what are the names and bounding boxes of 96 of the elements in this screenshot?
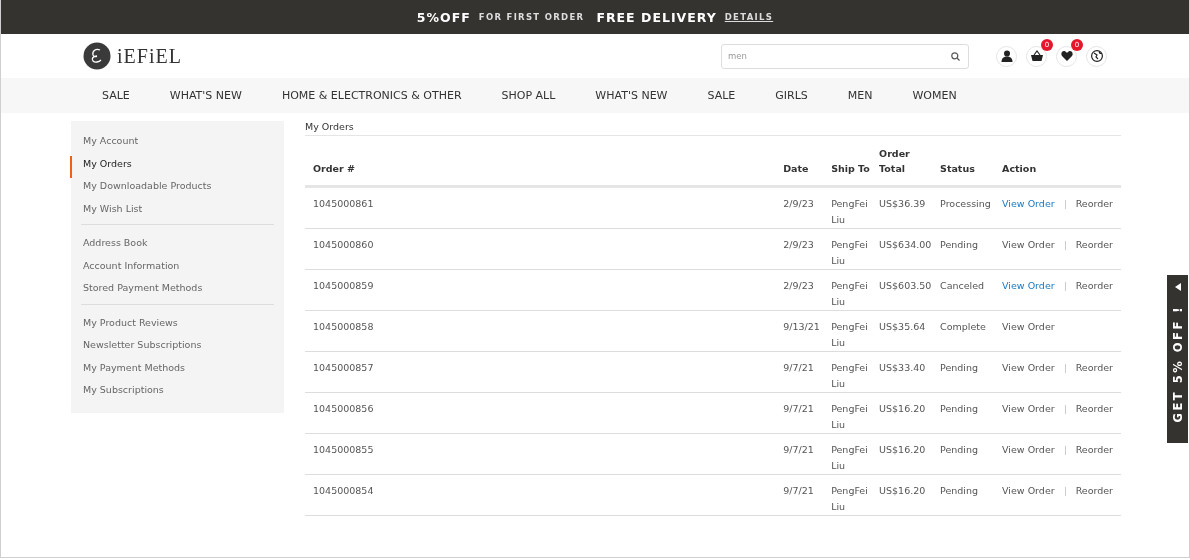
table-cell: 2/9/23 [783, 280, 814, 291]
basket-icon [1030, 50, 1043, 62]
nav-link[interactable]: SALE [707, 89, 736, 102]
table-cell: Pending [940, 444, 979, 455]
table-cell: US$33.40 [879, 362, 926, 373]
reorder-link[interactable]: Reorder [1075, 362, 1113, 373]
table-cell: PengFei Liu [831, 403, 868, 430]
reorder-link[interactable]: Reorder [1075, 444, 1113, 455]
table-cell: 2/9/23 [783, 239, 814, 250]
table-cell: 1045000860 [313, 239, 374, 250]
promo-delivery: FREE DELIVERY [596, 9, 717, 25]
table-cell: 1045000857 [313, 362, 374, 373]
table-cell: 9/7/21 [783, 444, 814, 455]
table-cell: US$16.20 [879, 485, 926, 496]
table-cell: PengFei Liu [831, 321, 868, 348]
reorder-link[interactable]: Reorder [1075, 280, 1113, 291]
sidebar-item[interactable]: My Product Reviews [70, 314, 284, 338]
sidebar-item[interactable]: Newsletter Subscriptions [70, 337, 284, 360]
nav-link[interactable]: MEN [847, 89, 873, 102]
sidebar-item[interactable]: My Subscriptions [70, 382, 284, 405]
table-cell: 1045000858 [313, 321, 374, 332]
table-cell: PengFei Liu [831, 239, 868, 266]
table-cell: US$16.20 [879, 403, 926, 414]
view-order-link[interactable]: View Order [1002, 485, 1055, 496]
discount-tab[interactable]: GET 5% OFF ! [1167, 275, 1188, 443]
nav-link[interactable]: GIRLS [775, 89, 808, 102]
details-link[interactable]: DETAILS [724, 12, 774, 22]
table-cell: Pending [940, 239, 979, 250]
sidebar-item[interactable]: My Orders [70, 155, 284, 179]
column-header: Order Total [879, 148, 910, 174]
reorder-link[interactable]: Reorder [1075, 239, 1113, 250]
promo-note: FOR FIRST ORDER [478, 12, 585, 22]
sidebar-item[interactable]: My Account [70, 133, 284, 156]
sidebar-item[interactable]: My Wish List [70, 200, 284, 224]
sidebar-item[interactable]: Stored Payment Methods [70, 280, 284, 303]
table-cell: Processing [940, 198, 991, 209]
table-cell: US$603.50 [879, 280, 932, 291]
reorder-link[interactable]: Reorder [1075, 403, 1113, 414]
view-order-link[interactable]: View Order [1002, 362, 1055, 373]
table-cell: PengFei Liu [831, 444, 868, 471]
logo-text[interactable]: iEFiEL [117, 44, 182, 68]
column-header: Action [1002, 163, 1037, 174]
table-cell: 9/7/21 [783, 485, 814, 496]
nav-link[interactable]: SHOP ALL [501, 89, 556, 102]
table-cell: 1045000855 [313, 444, 374, 455]
logo-icon [83, 42, 111, 70]
table-cell: PengFei Liu [831, 362, 868, 389]
view-order-link[interactable]: View Order [1002, 280, 1055, 291]
view-order-link[interactable]: View Order [1002, 198, 1055, 209]
column-header: Date [783, 163, 809, 174]
nav-link[interactable]: WHAT'S NEW [595, 89, 668, 102]
reorder-link[interactable]: Reorder [1075, 485, 1113, 496]
table-cell: 9/7/21 [783, 403, 814, 414]
table-cell: 1045000856 [313, 403, 374, 414]
table-cell: 2/9/23 [783, 198, 814, 209]
nav-link[interactable]: WHAT'S NEW [169, 89, 242, 102]
globe-icon [1090, 50, 1103, 62]
table-cell: 9/13/21 [783, 321, 820, 332]
sidebar-item[interactable]: My Payment Methods [70, 359, 284, 383]
table-cell: Complete [940, 321, 986, 332]
nav-link[interactable]: HOME & ELECTRONICS & OTHER [281, 89, 462, 102]
reorder-link[interactable]: Reorder [1075, 198, 1113, 209]
table-cell: PengFei Liu [831, 280, 868, 307]
page-title: My Orders [305, 121, 1121, 136]
sidebar-item[interactable]: Account Information [70, 257, 284, 281]
view-order-link[interactable]: View Order [1002, 403, 1055, 414]
column-header: Ship To [831, 163, 870, 174]
table-cell: Pending [940, 403, 979, 414]
table-cell: US$35.64 [879, 321, 926, 332]
search-icon [951, 51, 960, 61]
view-order-link[interactable]: View Order [1002, 321, 1055, 332]
table-cell: 1045000854 [313, 485, 374, 496]
view-order-link[interactable]: View Order [1002, 239, 1055, 250]
table-cell: 1045000861 [313, 198, 374, 209]
table-cell: US$36.39 [879, 198, 926, 209]
table-cell: Pending [940, 485, 979, 496]
table-cell: 9/7/21 [783, 362, 814, 373]
table-cell: 1045000859 [313, 280, 374, 291]
table-cell: Pending [940, 362, 979, 373]
user-icon [1000, 50, 1013, 62]
discount-tab-label: GET 5% OFF ! [1170, 305, 1185, 423]
table-cell: PengFei Liu [831, 485, 868, 512]
nav-link[interactable]: WOMEN [912, 89, 957, 102]
sidebar-item[interactable]: Address Book [70, 235, 284, 258]
heart-icon [1060, 50, 1073, 62]
view-order-link[interactable]: View Order [1002, 444, 1055, 455]
table-cell: US$16.20 [879, 444, 926, 455]
sidebar-item[interactable]: My Downloadable Products [70, 178, 284, 201]
column-header: Order # [313, 163, 355, 174]
promo-offer: 5%OFF [416, 9, 471, 25]
nav-link[interactable]: SALE [102, 89, 130, 102]
table-cell: Canceled [940, 280, 985, 291]
table-cell: US$634.00 [879, 239, 932, 250]
table-cell: PengFei Liu [831, 198, 868, 225]
column-header: Status [940, 163, 975, 174]
caret-icon [1174, 283, 1181, 291]
